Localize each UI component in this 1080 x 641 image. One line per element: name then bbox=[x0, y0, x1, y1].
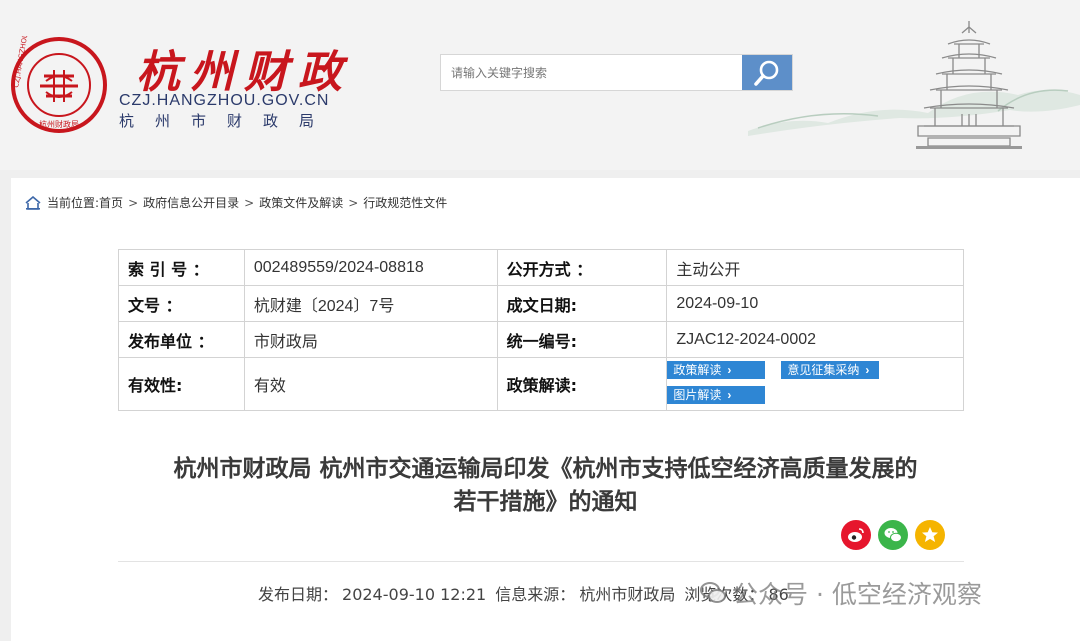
breadcrumb: 当前位置: 首页 > 政府信息公开目录 > 政策文件及解读 > 行政规范性文件 bbox=[25, 194, 447, 211]
policy-interpretation-label: 政策解读: bbox=[496, 357, 668, 411]
breadcrumb-gov-info[interactable]: 政府信息公开目录 bbox=[143, 194, 239, 211]
pagoda-landscape-illustration bbox=[748, 21, 1080, 149]
chevron-right-icon: › bbox=[727, 388, 732, 402]
doc-number-label: 文号 ： bbox=[118, 285, 245, 322]
site-logo-url: CZJ.HANGZHOU.GOV.CN bbox=[119, 92, 330, 109]
seal-bottom-text: 杭州财政局 bbox=[39, 119, 79, 129]
search-bar bbox=[440, 54, 793, 91]
content-panel: 当前位置: 首页 > 政府信息公开目录 > 政策文件及解读 > 行政规范性文件 … bbox=[11, 178, 1080, 641]
validity-label: 有效性: bbox=[118, 357, 245, 411]
divider bbox=[118, 561, 964, 562]
star-icon bbox=[922, 527, 938, 542]
issuer-label: 发布单位 ： bbox=[118, 321, 245, 358]
share-favorite-button[interactable] bbox=[915, 520, 945, 550]
article-title-line-2: 若干措施》的通知 bbox=[453, 489, 638, 515]
source-value: 杭州市财政局 bbox=[579, 585, 676, 604]
validity-value: 有效 bbox=[243, 357, 498, 411]
tag-label: 意见征集采纳 bbox=[787, 363, 860, 377]
breadcrumb-separator: > bbox=[128, 195, 139, 210]
breadcrumb-separator: > bbox=[244, 195, 255, 210]
tag-label: 图片解读 bbox=[673, 388, 722, 402]
watermark: 公众号 · 低空经济观察 bbox=[699, 575, 982, 611]
open-method-value: 主动公开 bbox=[666, 249, 964, 286]
search-input[interactable] bbox=[441, 55, 743, 90]
breadcrumb-normative-docs[interactable]: 行政规范性文件 bbox=[363, 194, 447, 211]
watermark-text: 公众号 · 低空经济观察 bbox=[733, 580, 982, 609]
open-method-label: 公开方式 ： bbox=[496, 249, 668, 286]
chevron-right-icon: › bbox=[865, 363, 870, 377]
document-meta-table: 索 引 号 ： 002489559/2024-08818 公开方式 ： 主动公开… bbox=[118, 249, 964, 411]
breadcrumb-prefix: 当前位置: bbox=[47, 196, 100, 210]
policy-interpretation-button[interactable]: 政策解读 › bbox=[667, 361, 766, 379]
source-label: 信息来源： bbox=[495, 585, 576, 604]
share-wechat-button[interactable] bbox=[878, 520, 908, 550]
publish-date-label: 发布日期： bbox=[258, 585, 339, 604]
index-label: 索 引 号 ： bbox=[118, 249, 245, 286]
seal-ring-text: CZJ.HANGZHOU.GOV.CN bbox=[12, 36, 35, 88]
site-org-name: 杭州市财政局 bbox=[119, 112, 336, 130]
policy-interpretation-cell: 政策解读 › 意见征集采纳 › 图片解读 › bbox=[666, 357, 964, 411]
written-date-label: 成文日期: bbox=[496, 285, 668, 322]
written-date-value: 2024-09-10 bbox=[666, 285, 964, 322]
site-header: 杭州财政局 CZJ.HANGZHOU.GOV.CN 杭州财政 CZJ.HANGZ… bbox=[0, 0, 1080, 170]
breadcrumb-separator: > bbox=[348, 195, 359, 210]
article-title: 杭州市财政局 杭州市交通运输局印发《杭州市支持低空经济高质量发展的 若干措施》的… bbox=[11, 453, 1080, 519]
seal-logo-icon: 杭州财政局 CZJ.HANGZHOU.GOV.CN bbox=[11, 36, 107, 133]
breadcrumb-home[interactable]: 首页 bbox=[99, 194, 123, 211]
unified-number-label: 统一编号: bbox=[496, 321, 668, 358]
weibo-icon bbox=[848, 528, 864, 542]
issuer-value: 市财政局 bbox=[243, 321, 498, 358]
tag-label: 政策解读 bbox=[673, 363, 722, 377]
article-title-line-1: 杭州市财政局 杭州市交通运输局印发《杭州市支持低空经济高质量发展的 bbox=[173, 456, 918, 482]
chevron-right-icon: › bbox=[727, 363, 732, 377]
share-weibo-button[interactable] bbox=[841, 520, 871, 550]
home-icon bbox=[25, 195, 41, 210]
publish-date-value: 2024-09-10 12:21 bbox=[342, 585, 487, 604]
index-value: 002489559/2024-08818 bbox=[243, 249, 498, 286]
breadcrumb-policy-docs[interactable]: 政策文件及解读 bbox=[259, 194, 343, 211]
site-logo-text[interactable]: 杭州财政 bbox=[136, 36, 352, 100]
doc-number-value: 杭财建〔2024〕7号 bbox=[243, 285, 498, 322]
opinion-adoption-button[interactable]: 意见征集采纳 › bbox=[781, 361, 880, 379]
unified-number-value: ZJAC12-2024-0002 bbox=[666, 321, 964, 358]
wechat-watermark-icon bbox=[700, 582, 726, 603]
image-interpretation-button[interactable]: 图片解读 › bbox=[667, 386, 766, 404]
wechat-icon bbox=[884, 528, 902, 543]
